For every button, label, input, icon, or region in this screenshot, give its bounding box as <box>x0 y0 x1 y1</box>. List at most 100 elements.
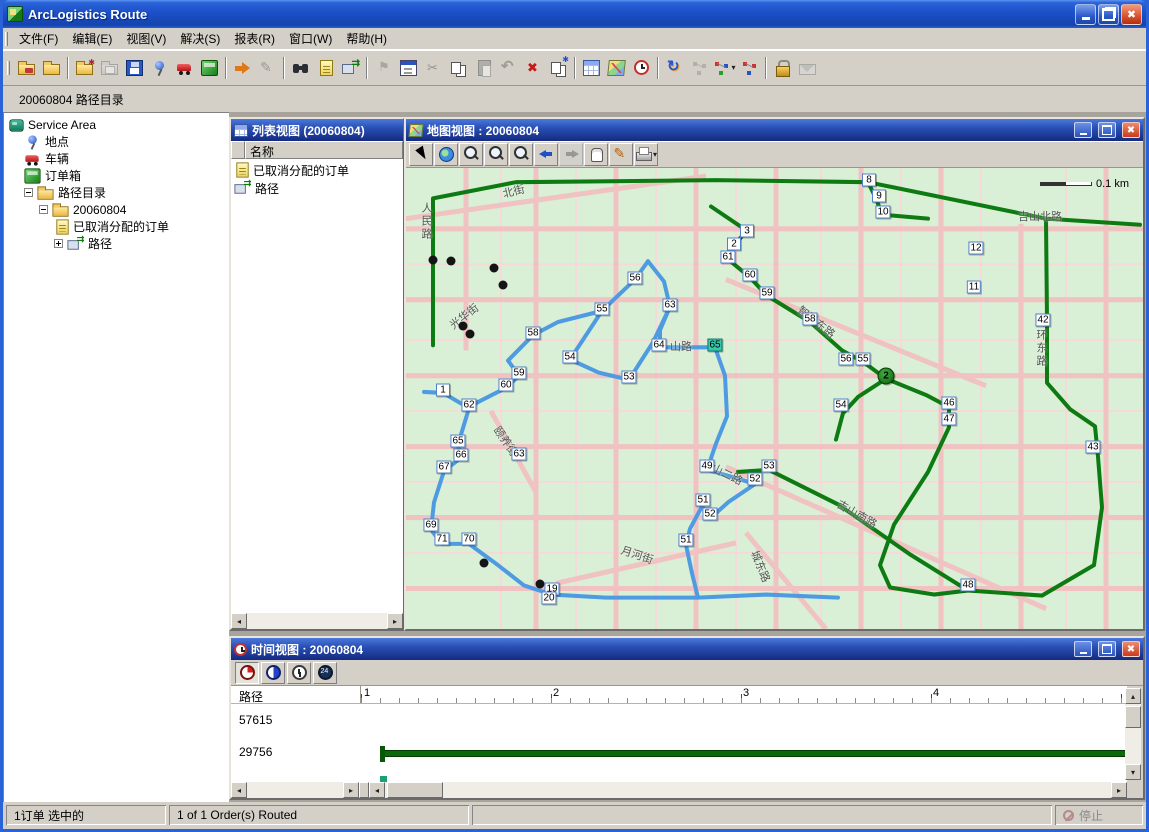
map-stop-marker[interactable]: 46 <box>941 397 956 410</box>
time-row-0[interactable]: 57615 <box>231 704 1127 736</box>
order-dot[interactable] <box>536 580 545 589</box>
map-stop-marker[interactable]: 56 <box>627 272 642 285</box>
scale-12h-button[interactable] <box>287 662 311 684</box>
menu-item-1[interactable]: 编辑(E) <box>65 27 119 50</box>
find-button[interactable] <box>288 56 313 80</box>
map-stop-marker[interactable]: 54 <box>562 351 577 364</box>
zoom-out-tool-button[interactable] <box>484 143 508 166</box>
list-row-1[interactable]: 路径 <box>231 179 403 197</box>
print-tool-button[interactable]: ▾ <box>634 143 658 166</box>
undo-button[interactable] <box>496 56 521 80</box>
tree-item-1[interactable]: 地点 <box>3 133 229 150</box>
scale-1h-button[interactable] <box>235 662 259 684</box>
order-dot[interactable] <box>466 330 475 339</box>
next-extent-tool-button[interactable] <box>559 143 583 166</box>
map-stop-marker[interactable]: 52 <box>702 508 717 521</box>
status-stop[interactable]: 停止 <box>1055 805 1143 825</box>
column-hscrollbar[interactable]: ◂ ▸ <box>231 782 359 798</box>
map-stop-marker[interactable]: 60 <box>742 269 757 282</box>
build-routes-button[interactable]: ▾ <box>712 56 737 80</box>
close-button[interactable] <box>1121 4 1142 25</box>
tree-item-4[interactable]: 路径目录 <box>3 184 229 201</box>
copy-to-folder-button[interactable] <box>97 56 122 80</box>
timeline-hscroll-track[interactable] <box>385 782 1111 798</box>
column-hscroll-track[interactable] <box>247 782 343 798</box>
list-hscrollbar[interactable]: ◂ ▸ <box>231 613 403 629</box>
title-bar[interactable]: ArcLogistics Route <box>3 0 1146 28</box>
map-stop-marker[interactable]: 54 <box>833 399 848 412</box>
hscro ll-thumb[interactable] <box>387 782 443 798</box>
map-stop-marker[interactable]: 55 <box>855 353 870 366</box>
menu-item-4[interactable]: 报表(R) <box>227 27 282 50</box>
map-stop-marker[interactable]: 55 <box>594 303 609 316</box>
map-stop-marker[interactable]: 59 <box>511 367 526 380</box>
map-stop-marker[interactable]: 51 <box>695 494 710 507</box>
list-hscroll-track[interactable] <box>247 613 387 629</box>
restore-button[interactable] <box>1098 4 1119 25</box>
map-stop-marker[interactable]: 65 <box>707 339 722 352</box>
map-stop-marker[interactable]: 52 <box>747 473 762 486</box>
tree-item-2[interactable]: 车辆 <box>3 150 229 167</box>
time-vscrollbar[interactable]: ▴ ▾ <box>1125 688 1141 780</box>
map-stop-marker[interactable]: 69 <box>423 519 438 532</box>
map-stop-marker[interactable]: 48 <box>960 579 975 592</box>
collapse-icon[interactable] <box>24 188 33 197</box>
map-stop-marker[interactable]: 11 <box>967 281 981 294</box>
list-title-bar[interactable]: 列表视图 (20060804) <box>231 119 403 141</box>
order-dot[interactable] <box>480 559 489 568</box>
order-dot[interactable] <box>490 264 499 273</box>
previous-extent-tool-button[interactable] <box>534 143 558 166</box>
list-view-button[interactable] <box>579 56 604 80</box>
map-view-button[interactable] <box>604 56 629 80</box>
scroll-down-icon[interactable]: ▾ <box>1125 764 1141 780</box>
scroll-left-icon[interactable]: ◂ <box>231 613 247 629</box>
zoom-in-tool-button[interactable] <box>459 143 483 166</box>
tree-item-7[interactable]: 路径 <box>3 235 229 252</box>
open-button[interactable] <box>39 56 64 80</box>
map-stop-marker[interactable]: 67 <box>436 461 451 474</box>
map-stop-marker[interactable]: 53 <box>621 371 636 384</box>
minimize-button[interactable] <box>1075 4 1096 25</box>
time-maximize-button[interactable] <box>1098 641 1116 657</box>
scroll-right-icon[interactable]: ▸ <box>343 782 359 798</box>
map-stop-marker[interactable]: 47 <box>941 413 956 426</box>
properties-button[interactable] <box>396 56 421 80</box>
network-analysis-button[interactable] <box>687 56 712 80</box>
new-order-box-button[interactable] <box>197 56 222 80</box>
time-title-bar[interactable]: 时间视图 : 20060804 <box>231 638 1143 660</box>
map-stop-marker[interactable]: 9 <box>872 190 886 203</box>
map-stop-marker[interactable]: 66 <box>453 449 468 462</box>
time-close-button[interactable] <box>1122 641 1140 657</box>
scroll-left-icon[interactable]: ◂ <box>231 782 247 798</box>
route-wizard-button[interactable] <box>14 56 39 80</box>
map-stop-marker[interactable]: 8 <box>862 174 876 187</box>
expand-icon[interactable] <box>54 239 63 248</box>
collapse-icon[interactable] <box>39 205 48 214</box>
map-stop-marker[interactable]: 56 <box>838 353 853 366</box>
new-folder-button[interactable] <box>72 56 97 80</box>
copy-special-button[interactable] <box>546 56 571 80</box>
flag-button[interactable] <box>371 56 396 80</box>
vscroll-thumb[interactable] <box>1125 706 1141 728</box>
lock-button[interactable] <box>770 56 795 80</box>
scale-24h-button[interactable] <box>313 662 337 684</box>
map-stop-marker[interactable]: 10 <box>875 206 890 219</box>
reassign-button[interactable] <box>737 56 762 80</box>
tree-item-5[interactable]: 20060804 <box>3 201 229 218</box>
route-time-bar[interactable] <box>380 750 1127 757</box>
scroll-right-icon[interactable]: ▸ <box>387 613 403 629</box>
order-dot[interactable] <box>499 281 508 290</box>
scale-4h-button[interactable] <box>261 662 285 684</box>
map-stop-marker[interactable]: 61 <box>720 251 735 264</box>
time-minimize-button[interactable] <box>1074 641 1092 657</box>
map-stop-marker[interactable]: 60 <box>498 379 513 392</box>
map-stop-marker[interactable]: 71 <box>434 533 449 546</box>
map-stop-marker[interactable]: 63 <box>511 448 526 461</box>
map-stop-marker[interactable]: 58 <box>802 313 817 326</box>
menu-item-2[interactable]: 视图(V) <box>119 27 173 50</box>
time-view-button[interactable] <box>629 56 654 80</box>
scroll-up-icon[interactable]: ▴ <box>1125 688 1141 704</box>
copy-button[interactable] <box>446 56 471 80</box>
tree-item-6[interactable]: 已取消分配的订单 <box>3 218 229 235</box>
map-stop-marker[interactable]: 62 <box>461 399 476 412</box>
